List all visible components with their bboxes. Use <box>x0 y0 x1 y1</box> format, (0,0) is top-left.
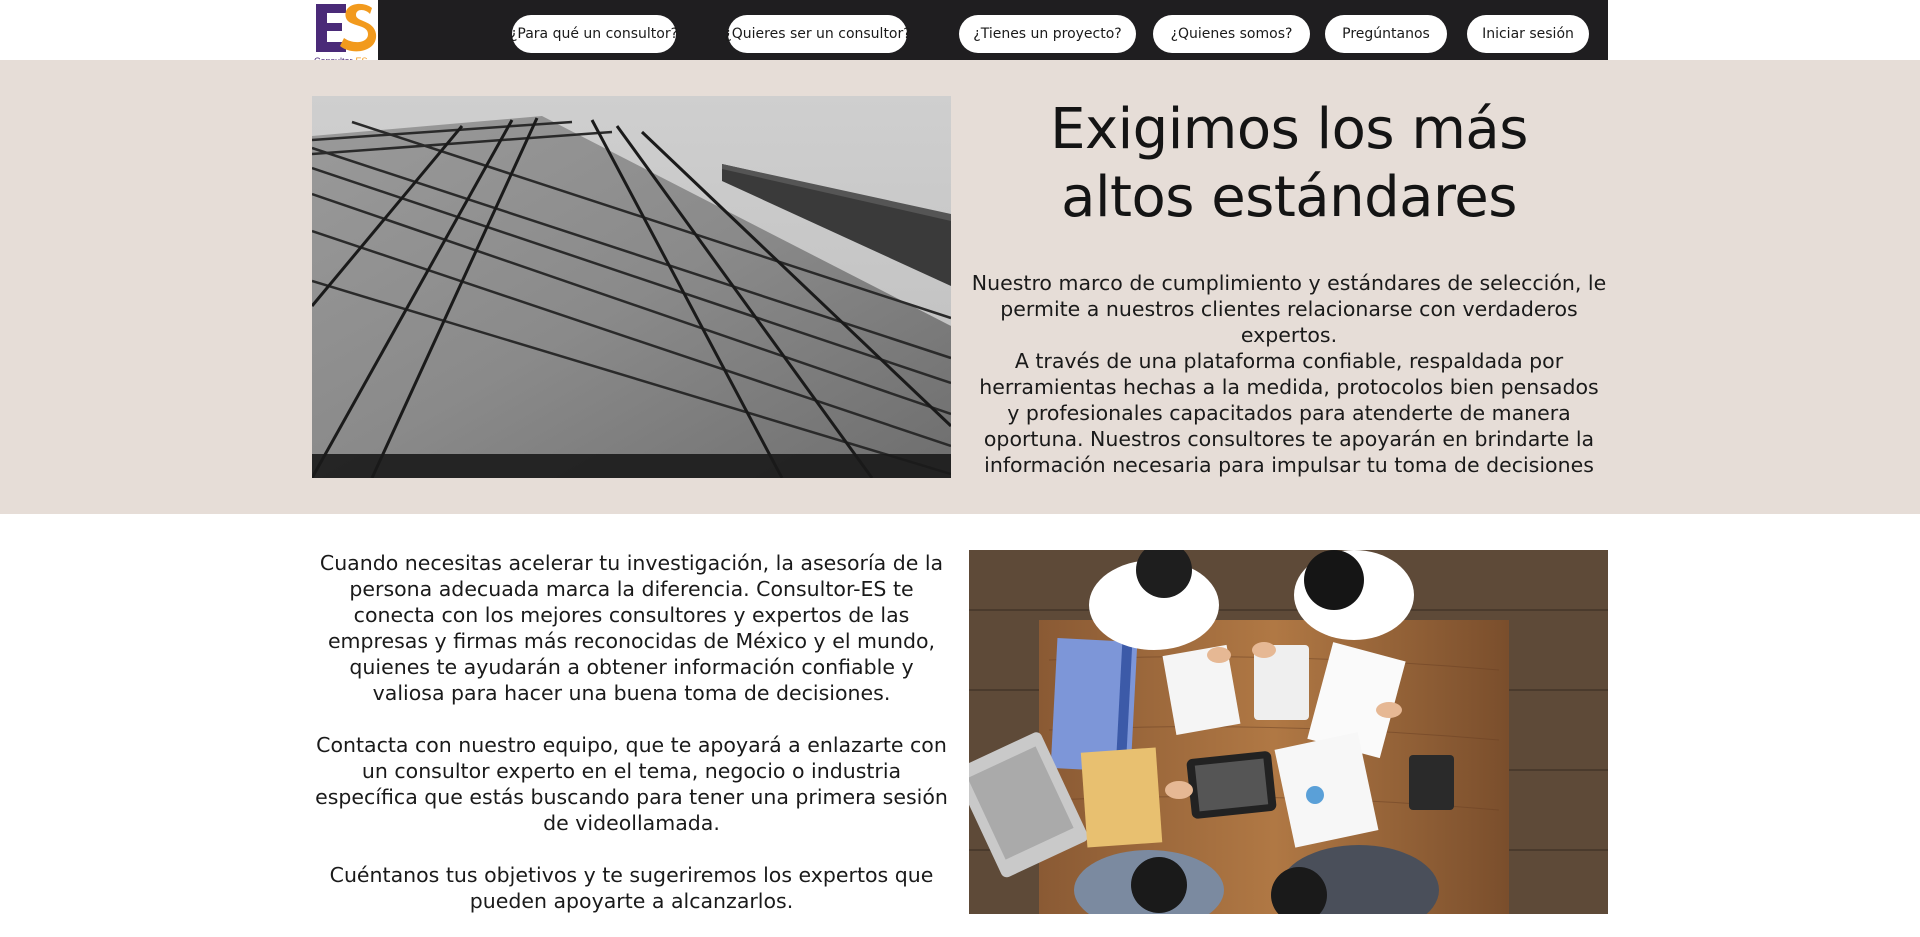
intro-paragraph-3: Cuéntanos tus objetivos y te sugeriremos… <box>329 863 934 913</box>
logo-monogram-icon <box>312 0 378 56</box>
building-facade-illustration <box>312 96 951 478</box>
nav-iniciar-sesion[interactable]: Iniciar sesión <box>1467 15 1589 53</box>
hero-title: Exigimos los más altos estándares <box>970 96 1608 232</box>
hero-description: Nuestro marco de cumplimiento y estándar… <box>970 270 1608 478</box>
consultor-es-logo[interactable]: Consultor-ES <box>312 0 378 68</box>
team-meeting-image <box>969 550 1608 914</box>
intro-copy: Cuando necesitas acelerar tu investigaci… <box>312 550 951 914</box>
building-facade-image <box>312 96 951 478</box>
nav-tienes-un-proyecto[interactable]: ¿Tienes un proyecto? <box>959 15 1136 53</box>
standards-section <box>0 60 1920 514</box>
hero-paragraph-2: A través de una plataforma confiable, re… <box>979 349 1599 477</box>
nav-quienes-somos[interactable]: ¿Quienes somos? <box>1153 15 1310 53</box>
nav-quieres-ser-un-consultor[interactable]: ¿Quieres ser un consultor? <box>724 15 911 53</box>
hero-paragraph-1: Nuestro marco de cumplimiento y estándar… <box>971 271 1607 347</box>
intro-paragraph-1: Cuando necesitas acelerar tu investigaci… <box>319 551 944 705</box>
nav-preguntanos[interactable]: Pregúntanos <box>1325 15 1447 53</box>
hero-title-line-1: Exigimos los más <box>1050 97 1528 162</box>
intro-paragraph-2: Contacta con nuestro equipo, que te apoy… <box>315 733 948 835</box>
site-header: Consultor-ES ¿Para qué un consultor? ¿Qu… <box>312 0 1608 68</box>
hero-title-line-2: altos estándares <box>1061 165 1517 230</box>
nav-para-que-un-consultor[interactable]: ¿Para qué un consultor? <box>510 15 678 53</box>
team-meeting-illustration <box>969 550 1608 914</box>
